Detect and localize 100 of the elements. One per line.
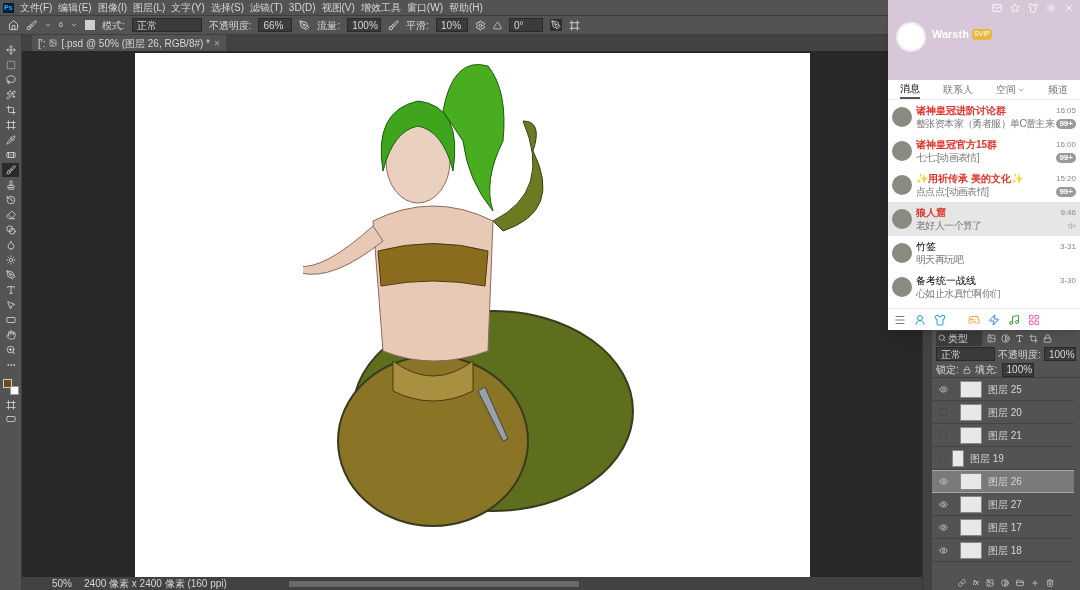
pressure-size-button[interactable] (550, 19, 563, 31)
layer-row[interactable]: 图层 17 (932, 516, 1074, 539)
canvas[interactable] (135, 53, 810, 578)
brush-tool-icon[interactable] (2, 163, 19, 177)
angle-field[interactable]: 0° (509, 18, 544, 32)
lightning-icon[interactable] (988, 313, 1000, 326)
menu-item[interactable]: 窗口(W) (406, 0, 443, 15)
menu-item[interactable]: 编辑(E) (58, 0, 92, 15)
brush-panel-icon[interactable] (84, 20, 95, 30)
brush-preset-icon[interactable] (26, 19, 37, 31)
settings-icon[interactable] (475, 19, 487, 31)
link-layers-icon[interactable] (957, 579, 966, 587)
foreground-color-swatch[interactable] (2, 379, 12, 388)
pressure-opacity-icon[interactable] (299, 19, 311, 31)
avatar (892, 243, 912, 263)
fx-button[interactable]: fx (972, 577, 980, 589)
opacity-label: 不透明度: (208, 18, 252, 33)
menu-item[interactable]: 增效工具 (360, 0, 401, 15)
caret-icon[interactable] (44, 21, 52, 29)
avatar (892, 277, 912, 297)
unread-count: 99+ (1056, 186, 1076, 197)
conversation-item[interactable]: 备考统一战线 3-30 心如止水真忙啊你们 (888, 270, 1080, 304)
layer-name: 图层 17 (988, 520, 1022, 535)
visibility-eye-icon[interactable] (938, 499, 948, 509)
layer-row[interactable]: 图层 27 (932, 493, 1074, 516)
fill-field[interactable]: 100% (1001, 362, 1034, 377)
conversation-item[interactable]: 诸神皇冠官方15群 16:00 七七:[动画表情] 99+ (888, 134, 1080, 168)
chat-tab[interactable]: 联系人 (942, 80, 973, 99)
layer-name: 图层 26 (988, 475, 1022, 489)
layer-name: 图层 21 (988, 428, 1022, 443)
conversation-item[interactable]: 诸神皇冠进阶讨论群 16:05 整张资本家（勇者服）单C蕾主来 99+ (888, 100, 1080, 134)
game-icon[interactable] (968, 313, 980, 326)
menu-item[interactable]: 帮助(H) (448, 0, 483, 15)
contact-icon[interactable] (914, 313, 926, 326)
caret-icon[interactable] (69, 21, 78, 29)
message-preview: 七七:[动画表情] (916, 151, 979, 164)
layer-row[interactable]: 图层 18 (932, 539, 1074, 562)
conversation-name: 竹签 (916, 240, 936, 253)
layer-row[interactable]: 图层 21 (932, 424, 1074, 447)
layer-row[interactable]: 图层 26 (932, 470, 1074, 493)
layer-mask-icon[interactable] (986, 579, 995, 587)
flow-field[interactable]: 100% (347, 18, 382, 32)
smoothing-field[interactable]: 10% (436, 18, 469, 32)
menu-item[interactable]: 图层(L) (133, 0, 166, 15)
conversation-item[interactable]: 狼人窟 9:46 老好人一个算了 (888, 202, 1080, 236)
layer-row[interactable]: 图层 19 (932, 447, 1074, 470)
apps-grid-icon[interactable] (1028, 313, 1040, 326)
airbrush-icon[interactable] (388, 19, 400, 31)
menu-item[interactable]: 文件(F) (19, 0, 53, 15)
message-preview: 明天再玩吧 (916, 253, 963, 266)
menu-icon[interactable] (894, 313, 906, 326)
document-tab[interactable]: [': [.psd @ 50% (图层 26, RGB/8#) * × (32, 35, 226, 51)
adjustment-filter-icon[interactable] (1001, 333, 1010, 343)
layer-opacity-field[interactable]: 100% (1044, 347, 1076, 361)
menu-item[interactable]: 选择(S) (210, 0, 245, 15)
chat-tab[interactable]: 频道 (1048, 80, 1069, 99)
shirt-icon[interactable] (934, 313, 946, 326)
opacity-field[interactable]: 66% (258, 18, 293, 32)
menu-item[interactable]: 滤镜(T) (250, 0, 283, 15)
menu-item[interactable]: 图像(I) (97, 0, 128, 15)
image-filter-icon[interactable] (987, 333, 996, 343)
home-icon[interactable] (8, 19, 19, 31)
delete-icon[interactable] (1046, 579, 1055, 587)
new-layer-icon[interactable] (1031, 579, 1040, 587)
visibility-eye-icon[interactable] (938, 384, 948, 394)
adjustment-layer-icon[interactable] (1001, 579, 1010, 587)
conversation-item[interactable]: ✨用祈传承 美的文化✨ 15:20 点点点:[动画表情] 99+ (888, 168, 1080, 202)
horizontal-scrollbar[interactable] (288, 580, 579, 587)
menu-item[interactable]: 3D(D) (288, 0, 316, 15)
visibility-eye-icon[interactable] (938, 545, 948, 555)
layer-filter-dropdown[interactable]: 类型 (936, 330, 982, 346)
flow-label: 流量: (317, 18, 341, 33)
star-icon[interactable] (1010, 3, 1020, 13)
opacity-label: 不透明度: (998, 347, 1041, 362)
shape-filter-icon[interactable] (1029, 333, 1038, 343)
layer-row[interactable]: 图层 20 (932, 401, 1074, 424)
zoom-level-text[interactable]: 50% (52, 576, 72, 590)
layer-row[interactable]: 图层 25 (932, 378, 1074, 401)
screen-mode-icon[interactable] (5, 414, 16, 424)
message-time: 3-31 (1060, 240, 1076, 253)
menu-item[interactable]: 视图(V) (321, 0, 355, 15)
menu-item[interactable]: 文字(Y) (171, 0, 205, 15)
visibility-eye-icon[interactable] (938, 522, 948, 532)
tab-prefix-text: [': (38, 36, 46, 51)
conversation-name: 诸神皇冠官方15群 (916, 138, 998, 151)
layer-name: 图层 20 (988, 405, 1022, 420)
visibility-eye-icon[interactable] (938, 477, 948, 486)
lock-icon[interactable] (962, 365, 971, 374)
blend-mode-dropdown[interactable]: 正常 (936, 347, 996, 361)
background-color-swatch[interactable] (9, 386, 19, 395)
mode-dropdown[interactable]: 正常 (131, 18, 202, 32)
music-icon[interactable] (1008, 313, 1020, 326)
chat-tab[interactable]: 空间 (996, 80, 1026, 99)
conversation-item[interactable]: 竹签 3-31 明天再玩吧 (888, 236, 1080, 270)
search-icon (938, 334, 946, 342)
folder-icon[interactable] (1016, 579, 1025, 587)
type-filter-icon[interactable] (1015, 333, 1024, 343)
tab-close-text[interactable]: × (214, 35, 220, 51)
layer-name: 图层 27 (988, 497, 1022, 512)
user-name: Warsth (932, 27, 969, 42)
